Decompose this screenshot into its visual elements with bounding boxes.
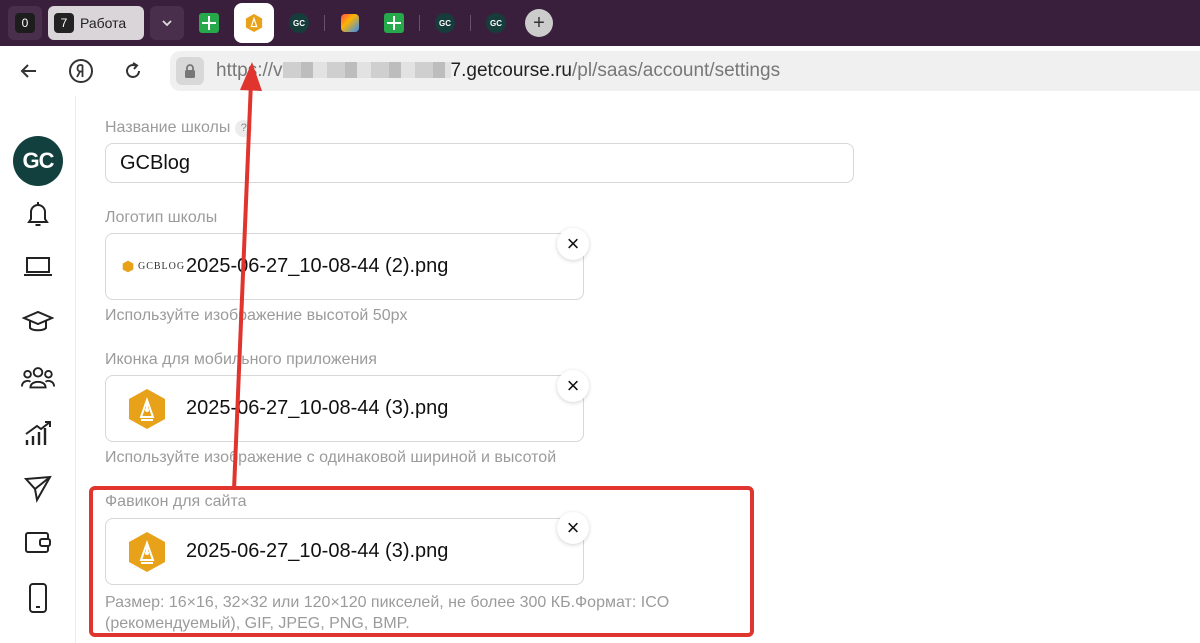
app-sidebar: GC <box>0 96 76 643</box>
yandex-button[interactable] <box>58 51 104 91</box>
remove-app-icon-button[interactable]: × <box>557 370 589 402</box>
remove-logo-button[interactable]: × <box>557 228 589 260</box>
graduation-cap-icon <box>22 310 54 332</box>
arrow-left-icon <box>20 64 36 78</box>
tab-green-plus[interactable] <box>190 4 228 42</box>
sidebar-item-wallet[interactable] <box>20 524 56 560</box>
url-prefix: https://v <box>216 60 283 81</box>
tab-group-label: Работа <box>80 15 127 31</box>
tab-separator <box>324 15 325 31</box>
users-icon <box>20 367 56 389</box>
url-redacted-blur <box>282 62 451 78</box>
yandex-icon <box>69 59 93 83</box>
school-name-label: Название школы? <box>105 119 253 137</box>
sidebar-item-notifications[interactable] <box>20 196 56 232</box>
tab-multicolor-app[interactable] <box>331 4 369 42</box>
logo-file-box[interactable]: GCBLOG 2025-06-27_10-08-44 (2).png <box>105 233 584 300</box>
chart-growth-icon <box>25 421 51 445</box>
help-icon[interactable]: ? <box>235 120 253 137</box>
green-plus-icon <box>199 13 219 33</box>
sidebar-item-users[interactable] <box>20 360 56 396</box>
getcourse-logo[interactable]: GC <box>13 136 63 186</box>
app-icon-file-name: 2025-06-27_10-08-44 (3).png <box>186 397 449 419</box>
lock-icon[interactable] <box>176 57 204 85</box>
mobile-icon <box>29 583 47 613</box>
bell-icon <box>27 202 49 226</box>
app-icon-label: Иконка для мобильного приложения <box>105 351 377 368</box>
logo-hint: Используйте изображение высотой 50px <box>105 307 408 324</box>
app-icon-file-box[interactable]: 2025-06-27_10-08-44 (3).png <box>105 375 584 442</box>
logo-preview: GCBLOG <box>122 260 185 273</box>
browser-tab-bar: 0 7 Работа GC GC GC + <box>0 0 1200 46</box>
favicon-highlight-box <box>89 486 754 637</box>
multicolor-app-icon <box>341 14 359 32</box>
tab-groups-chevron-button[interactable] <box>150 6 184 40</box>
green-plus-icon <box>384 13 404 33</box>
gc-icon: GC <box>435 13 455 33</box>
getcourse-hex-icon <box>122 260 134 273</box>
close-icon: × <box>566 373 580 398</box>
tab-gc-2[interactable]: GC <box>426 4 464 42</box>
reload-button[interactable] <box>110 51 156 91</box>
getcourse-hex-icon <box>129 388 165 429</box>
url-field[interactable]: https://v 7.getcourse.ru/pl/saas/account/… <box>170 51 1200 91</box>
new-tab-button[interactable]: + <box>525 9 553 37</box>
reload-icon <box>126 62 140 78</box>
tab-group-count: 0 <box>15 13 35 33</box>
app-icon-hint: Используйте изображение с одинаковой шир… <box>105 449 557 466</box>
tab-group-work[interactable]: 7 Работа <box>48 6 144 40</box>
logo-preview-text: GCBLOG <box>138 261 186 272</box>
tab-separator <box>419 15 420 31</box>
sidebar-item-messages[interactable] <box>20 470 56 506</box>
gc-icon: GC <box>289 13 309 33</box>
getcourse-hex-icon <box>245 14 263 32</box>
browser-address-bar: https://v 7.getcourse.ru/pl/saas/account/… <box>0 46 1200 96</box>
school-name-label-text: Название школы <box>105 119 231 136</box>
wallet-icon <box>25 532 51 553</box>
gc-icon: GC <box>486 13 506 33</box>
url-path: /pl/saas/account/settings <box>572 60 781 81</box>
plus-icon: + <box>533 11 545 34</box>
back-button[interactable] <box>6 51 52 91</box>
tab-gc[interactable]: GC <box>280 4 318 42</box>
tab-green-plus-2[interactable] <box>375 4 413 42</box>
sidebar-item-training[interactable] <box>20 249 56 285</box>
tab-active-getcourse[interactable] <box>234 3 274 43</box>
sidebar-item-sales[interactable] <box>20 416 56 452</box>
logo-file-name: 2025-06-27_10-08-44 (2).png <box>186 255 449 277</box>
sidebar-item-courses[interactable] <box>20 304 56 340</box>
sidebar-item-mobile-app[interactable] <box>20 580 56 616</box>
send-icon <box>23 475 52 503</box>
chevron-down-icon <box>162 20 172 27</box>
tab-separator <box>470 15 471 31</box>
url-host: 7.getcourse.ru <box>450 60 572 81</box>
school-name-input[interactable]: GCBlog <box>105 143 854 183</box>
url-text: https://v 7.getcourse.ru/pl/saas/account/… <box>216 60 780 82</box>
tab-group-count: 7 <box>54 13 74 33</box>
laptop-icon <box>24 257 52 276</box>
logo-label: Логотип школы <box>105 209 218 226</box>
close-icon: × <box>566 231 580 256</box>
tab-group-zero[interactable]: 0 <box>8 6 42 40</box>
tab-gc-3[interactable]: GC <box>477 4 515 42</box>
